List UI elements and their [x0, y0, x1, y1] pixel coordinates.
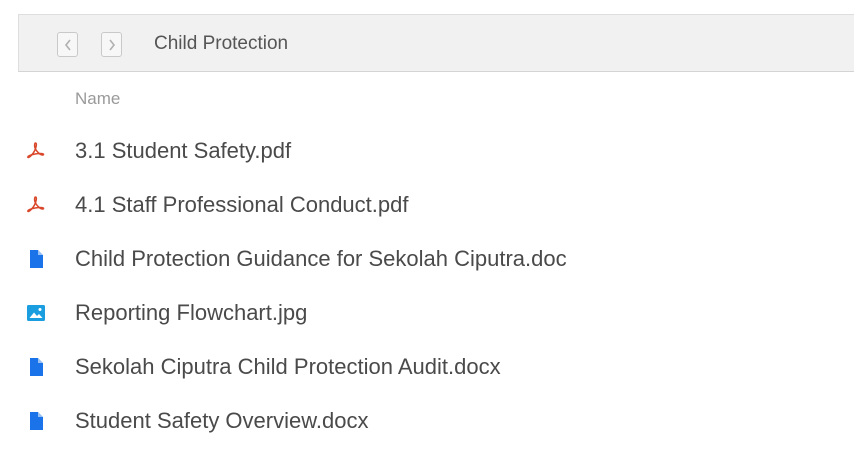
image-icon [26, 303, 46, 323]
file-name[interactable]: Child Protection Guidance for Sekolah Ci… [75, 245, 567, 273]
document-icon [26, 357, 46, 377]
file-row[interactable]: Student Safety Overview.docx [0, 395, 854, 449]
forward-button[interactable] [101, 32, 122, 57]
file-name[interactable]: Reporting Flowchart.jpg [75, 299, 307, 327]
back-button[interactable] [57, 32, 78, 57]
folder-toolbar: Child Protection [18, 14, 854, 72]
chevron-right-icon [107, 38, 117, 52]
file-row[interactable]: 4.1 Staff Professional Conduct.pdf [0, 179, 854, 233]
folder-title: Child Protection [154, 33, 289, 54]
file-name[interactable]: 4.1 Staff Professional Conduct.pdf [75, 191, 408, 219]
document-icon [26, 249, 46, 269]
file-name[interactable]: 3.1 Student Safety.pdf [75, 137, 291, 165]
file-row[interactable]: 3.1 Student Safety.pdf [0, 125, 854, 179]
pdf-icon [26, 195, 46, 215]
file-row[interactable]: Child Protection Guidance for Sekolah Ci… [0, 233, 854, 287]
document-icon [26, 411, 46, 431]
file-name[interactable]: Sekolah Ciputra Child Protection Audit.d… [75, 353, 501, 381]
file-row[interactable]: Reporting Flowchart.jpg [0, 287, 854, 341]
file-list: 3.1 Student Safety.pdf 4.1 Staff Professi… [0, 125, 854, 449]
column-header-name[interactable]: Name [75, 88, 120, 110]
file-row[interactable]: Sekolah Ciputra Child Protection Audit.d… [0, 341, 854, 395]
chevron-left-icon [63, 38, 73, 52]
pdf-icon [26, 141, 46, 161]
file-name[interactable]: Student Safety Overview.docx [75, 407, 369, 435]
